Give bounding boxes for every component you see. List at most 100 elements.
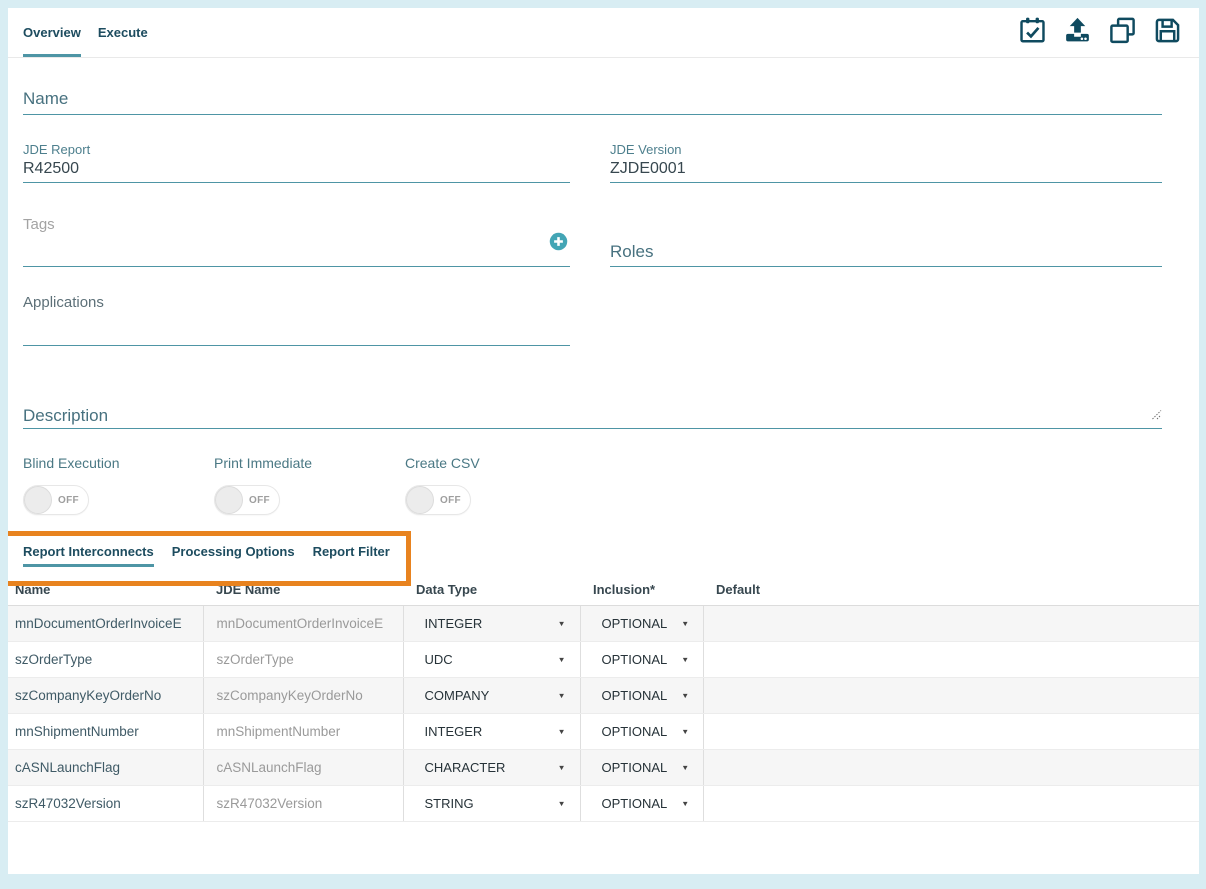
cell-data-type: INTEGER ▼ [403, 713, 580, 749]
data-type-value: CHARACTER [425, 760, 506, 775]
print-immediate-toggle[interactable]: OFF [214, 485, 280, 515]
dropdown-caret-icon: ▼ [681, 763, 689, 771]
dropdown-caret-icon: ▼ [558, 763, 566, 771]
textarea-resize-grip-icon[interactable] [1150, 407, 1162, 425]
upload-button[interactable] [1061, 16, 1093, 50]
cell-data-type: INTEGER ▼ [403, 605, 580, 641]
data-type-value: INTEGER [425, 724, 483, 739]
description-field[interactable]: Description [23, 406, 1162, 429]
data-type-select[interactable]: COMPANY▼ [417, 688, 580, 703]
dropdown-caret-icon: ▼ [681, 727, 689, 735]
save-button[interactable] [1151, 16, 1183, 50]
tab-report-interconnects[interactable]: Report Interconnects [23, 544, 154, 567]
inclusion-value: OPTIONAL [602, 652, 668, 667]
cell-data-type: STRING▼ [403, 785, 580, 821]
data-type-select[interactable]: UDC▼ [417, 652, 580, 667]
jde-version-field[interactable]: JDE Version ZJDE0001 [610, 142, 1162, 183]
toggle-knob [406, 486, 434, 514]
column-header-inclusion: Inclusion* [580, 575, 703, 605]
tags-field[interactable]: Tags [23, 216, 570, 267]
create-csv-toggle[interactable]: OFF [405, 485, 471, 515]
dropdown-caret-icon: ▼ [681, 691, 689, 699]
copy-button[interactable] [1106, 16, 1138, 50]
dropdown-caret-icon: ▼ [681, 619, 689, 627]
roles-field[interactable]: Roles [610, 242, 1162, 267]
tab-overview[interactable]: Overview [23, 8, 81, 57]
report-interconnects-table-body: mnDocumentOrderInvoiceEmnDocumentOrderIn… [8, 605, 1199, 821]
inclusion-select[interactable]: OPTIONAL ▼ [594, 724, 703, 739]
upload-icon [1062, 15, 1093, 51]
table-row: cASNLaunchFlagcASNLaunchFlagCHARACTER▼OP… [8, 749, 1199, 785]
cell-default[interactable] [703, 713, 1199, 749]
data-type-select[interactable]: INTEGER ▼ [417, 616, 580, 631]
applications-field[interactable]: Applications [23, 294, 570, 346]
toggle-state-label: OFF [440, 495, 461, 506]
data-type-value: INTEGER [425, 616, 483, 631]
tags-placeholder: Tags [23, 216, 570, 234]
jde-report-value: R42500 [23, 157, 570, 182]
cell-default[interactable] [703, 677, 1199, 713]
cell-data-type: CHARACTER ▼ [403, 749, 580, 785]
inclusion-select[interactable]: OPTIONAL ▼ [594, 616, 703, 631]
inclusion-select[interactable]: OPTIONAL▼ [594, 796, 703, 811]
cell-jde-name: szR47032Version [203, 785, 403, 821]
tab-report-filter[interactable]: Report Filter [313, 544, 390, 567]
cell-name: szOrderType [8, 641, 203, 677]
jde-version-value: ZJDE0001 [610, 157, 1162, 182]
dropdown-caret-icon: ▼ [681, 655, 689, 663]
description-field-label: Description [23, 406, 1162, 426]
table-row: szR47032VersionszR47032VersionSTRING▼OPT… [8, 785, 1199, 821]
detail-tab-bar: Report Interconnects Processing Options … [8, 544, 1199, 567]
jde-report-field[interactable]: JDE Report R42500 [23, 142, 570, 183]
table-row: szCompanyKeyOrderNoszCompanyKeyOrderNo CO… [8, 677, 1199, 713]
cell-jde-name: cASNLaunchFlag [203, 749, 403, 785]
report-interconnects-table: Name JDE Name Data Type Inclusion* Defau… [8, 575, 1199, 822]
schedule-button[interactable] [1016, 16, 1048, 50]
execution-toggles: Blind Execution OFF Print Immediate OFF … [23, 455, 1162, 515]
cell-inclusion: OPTIONAL ▼ [580, 605, 703, 641]
data-type-value: UDC [425, 652, 453, 667]
inclusion-select[interactable]: OPTIONAL ▼ [594, 760, 703, 775]
toggle-state-label: OFF [249, 495, 270, 506]
inclusion-value: OPTIONAL [602, 616, 668, 631]
cell-default[interactable] [703, 749, 1199, 785]
inclusion-value: OPTIONAL [602, 724, 668, 739]
inclusion-select[interactable]: OPTIONAL▼ [594, 688, 703, 703]
save-icon [1152, 15, 1183, 51]
data-type-select[interactable]: INTEGER ▼ [417, 724, 580, 739]
cell-default[interactable] [703, 641, 1199, 677]
main-card: Overview Execute [8, 8, 1199, 874]
blind-execution-toggle[interactable]: OFF [23, 485, 89, 515]
roles-field-label: Roles [610, 242, 1162, 262]
tab-execute[interactable]: Execute [98, 8, 148, 57]
inclusion-value: OPTIONAL [602, 760, 668, 775]
dropdown-caret-icon: ▼ [558, 727, 566, 735]
toggle-knob [215, 486, 243, 514]
name-field[interactable]: Name [23, 89, 1162, 115]
cell-jde-name: szCompanyKeyOrderNo [203, 677, 403, 713]
schedule-calendar-icon [1017, 15, 1048, 51]
add-tag-button[interactable] [549, 232, 568, 251]
cell-name: szCompanyKeyOrderNo [8, 677, 203, 713]
top-tab-bar: Overview Execute [8, 8, 1199, 58]
cell-inclusion: OPTIONAL▼ [580, 677, 703, 713]
data-type-select[interactable]: STRING▼ [417, 796, 580, 811]
toggle-state-label: OFF [58, 495, 79, 506]
cell-default[interactable] [703, 605, 1199, 641]
cell-inclusion: OPTIONAL ▼ [580, 749, 703, 785]
dropdown-caret-icon: ▼ [558, 619, 566, 627]
column-header-default: Default [703, 575, 1199, 605]
cell-default[interactable] [703, 785, 1199, 821]
column-header-jde-name: JDE Name [203, 575, 403, 605]
data-type-value: STRING [425, 796, 474, 811]
table-header-row: Name JDE Name Data Type Inclusion* Defau… [8, 575, 1199, 605]
inclusion-select[interactable]: OPTIONAL ▼ [594, 652, 703, 667]
jde-version-label: JDE Version [610, 142, 1162, 157]
data-type-select[interactable]: CHARACTER ▼ [417, 760, 580, 775]
cell-jde-name: mnDocumentOrderInvoiceE [203, 605, 403, 641]
column-header-name: Name [8, 575, 203, 605]
name-field-label: Name [23, 89, 1162, 109]
toggle-knob [24, 486, 52, 514]
cell-jde-name: szOrderType [203, 641, 403, 677]
tab-processing-options[interactable]: Processing Options [172, 544, 295, 567]
